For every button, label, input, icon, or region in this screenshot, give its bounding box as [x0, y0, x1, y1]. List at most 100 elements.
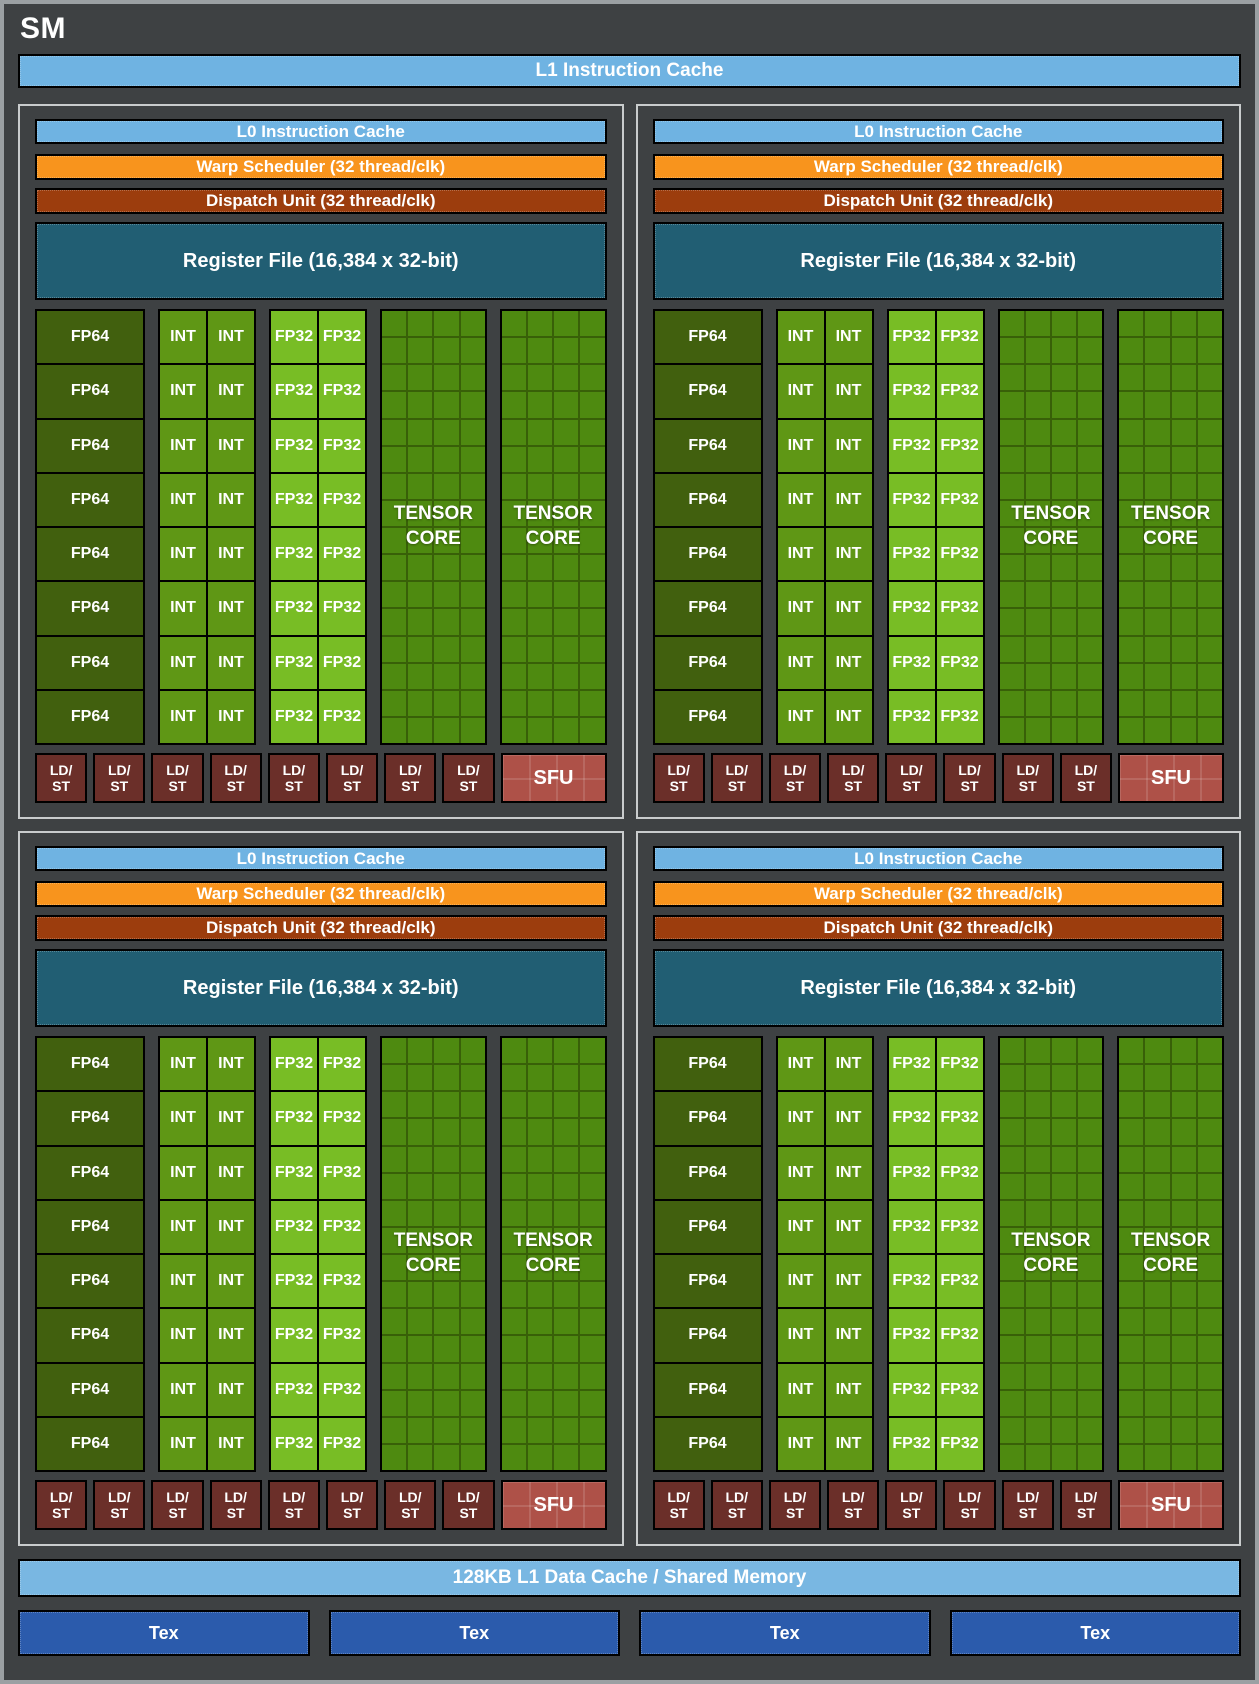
fp64-core: FP64	[655, 311, 761, 363]
int-core: INT	[778, 1038, 824, 1090]
load-store-row: LD/STLD/STLD/STLD/STLD/STLD/STLD/STLD/ST…	[653, 1480, 1225, 1530]
int-core: INT	[826, 311, 872, 363]
int-core: INT	[778, 1147, 824, 1199]
fp32-core: FP32	[319, 1201, 365, 1253]
fp64-core: FP64	[655, 691, 761, 743]
fp64-column: FP64FP64FP64FP64FP64FP64FP64FP64	[35, 309, 145, 745]
sfu-unit: SFU	[501, 753, 607, 803]
int-core: INT	[826, 1255, 872, 1307]
load-store-unit: LD/ST	[384, 753, 436, 803]
int-core: INT	[208, 1038, 254, 1090]
int-core: INT	[208, 582, 254, 634]
fp32-core: FP32	[271, 474, 317, 526]
int-core: INT	[160, 1309, 206, 1361]
fp32-core: FP32	[319, 637, 365, 689]
fp32-core: FP32	[889, 1255, 935, 1307]
load-store-unit: LD/ST	[326, 1480, 378, 1530]
int-core: INT	[160, 420, 206, 472]
fp64-core: FP64	[37, 420, 143, 472]
int-core: INT	[208, 637, 254, 689]
fp32-core: FP32	[319, 420, 365, 472]
fp64-core: FP64	[37, 582, 143, 634]
tensor-core-block: TENSOR CORE	[380, 309, 487, 745]
fp32-core: FP32	[937, 1309, 983, 1361]
load-store-unit: LD/ST	[210, 1480, 262, 1530]
ldst-label-line2: ST	[670, 778, 688, 794]
fp32-core: FP32	[937, 1201, 983, 1253]
tensor-core-label-line1: TENSOR	[394, 1229, 473, 1254]
load-store-unit: LD/ST	[268, 753, 320, 803]
fp32-core: FP32	[889, 637, 935, 689]
fp32-core: FP32	[889, 420, 935, 472]
ldst-label-line2: ST	[961, 1505, 979, 1521]
ldst-label-line2: ST	[1077, 1505, 1095, 1521]
int-core: INT	[160, 691, 206, 743]
fp32-core: FP32	[319, 474, 365, 526]
fp64-core: FP64	[37, 365, 143, 417]
fp32-core: FP32	[271, 691, 317, 743]
int-core: INT	[208, 1255, 254, 1307]
int-core: INT	[778, 1092, 824, 1144]
fp32-core: FP32	[319, 311, 365, 363]
sm-partition: L0 Instruction Cache Warp Scheduler (32 …	[18, 831, 624, 1546]
fp32-core: FP32	[889, 474, 935, 526]
ldst-label-line2: ST	[52, 1505, 70, 1521]
int-core: INT	[778, 420, 824, 472]
fp32-core: FP32	[319, 1364, 365, 1416]
warp-scheduler-bar: Warp Scheduler (32 thread/clk)	[35, 154, 607, 180]
fp64-core: FP64	[37, 691, 143, 743]
ldst-label-line2: ST	[786, 778, 804, 794]
ldst-label-line2: ST	[401, 778, 419, 794]
tensor-core-label: TENSOR CORE	[382, 311, 485, 743]
ldst-label-line1: LD/	[958, 762, 981, 778]
tensor-core-block: TENSOR CORE	[998, 309, 1105, 745]
int-core: INT	[160, 474, 206, 526]
fp32-core: FP32	[889, 582, 935, 634]
fp32-core: FP32	[889, 1147, 935, 1199]
fp64-core: FP64	[37, 1364, 143, 1416]
load-store-unit: LD/ST	[442, 753, 494, 803]
tex-row: Tex Tex Tex Tex	[18, 1610, 1241, 1656]
core-grid: FP64FP64FP64FP64FP64FP64FP64FP64 INTINTI…	[653, 309, 1225, 745]
ldst-label-line2: ST	[52, 778, 70, 794]
fp32-core: FP32	[271, 1255, 317, 1307]
int-core: INT	[778, 637, 824, 689]
int-core: INT	[826, 691, 872, 743]
l0-instruction-cache-bar: L0 Instruction Cache	[35, 119, 607, 144]
ldst-label-line1: LD/	[50, 1489, 73, 1505]
fp64-column: FP64FP64FP64FP64FP64FP64FP64FP64	[35, 1036, 145, 1472]
fp64-core: FP64	[655, 1255, 761, 1307]
int-columns: INTINTINTINTINTINTINTINTINTINTINTINTINTI…	[158, 1036, 256, 1472]
load-store-unit: LD/ST	[653, 1480, 705, 1530]
int-core: INT	[826, 474, 872, 526]
fp64-core: FP64	[37, 1092, 143, 1144]
l0-instruction-cache-bar: L0 Instruction Cache	[653, 119, 1225, 144]
fp32-core: FP32	[889, 365, 935, 417]
tensor-core-label: TENSOR CORE	[502, 1038, 605, 1470]
sfu-unit: SFU	[501, 1480, 607, 1530]
ldst-label-line2: ST	[110, 1505, 128, 1521]
dispatch-unit-bar: Dispatch Unit (32 thread/clk)	[35, 188, 607, 214]
core-grid: FP64FP64FP64FP64FP64FP64FP64FP64 INTINTI…	[35, 309, 607, 745]
tensor-core-block: TENSOR CORE	[1117, 1036, 1224, 1472]
fp64-core: FP64	[37, 1418, 143, 1470]
fp32-core: FP32	[889, 1309, 935, 1361]
load-store-unit: LD/ST	[1002, 753, 1054, 803]
fp32-core: FP32	[319, 1255, 365, 1307]
int-core: INT	[208, 691, 254, 743]
core-grid: FP64FP64FP64FP64FP64FP64FP64FP64 INTINTI…	[653, 1036, 1225, 1472]
fp64-core: FP64	[37, 311, 143, 363]
register-file-bar: Register File (16,384 x 32-bit)	[35, 222, 607, 300]
ldst-label-line2: ST	[227, 778, 245, 794]
fp32-core: FP32	[319, 582, 365, 634]
int-core: INT	[826, 528, 872, 580]
fp32-core: FP32	[937, 420, 983, 472]
int-core: INT	[160, 1418, 206, 1470]
ldst-label-line2: ST	[902, 1505, 920, 1521]
tex-unit: Tex	[639, 1610, 931, 1656]
ldst-label-line1: LD/	[108, 762, 131, 778]
tensor-core-label-line2: CORE	[1023, 1254, 1078, 1279]
int-core: INT	[826, 1092, 872, 1144]
load-store-unit: LD/ST	[827, 753, 879, 803]
ldst-label-line2: ST	[844, 1505, 862, 1521]
